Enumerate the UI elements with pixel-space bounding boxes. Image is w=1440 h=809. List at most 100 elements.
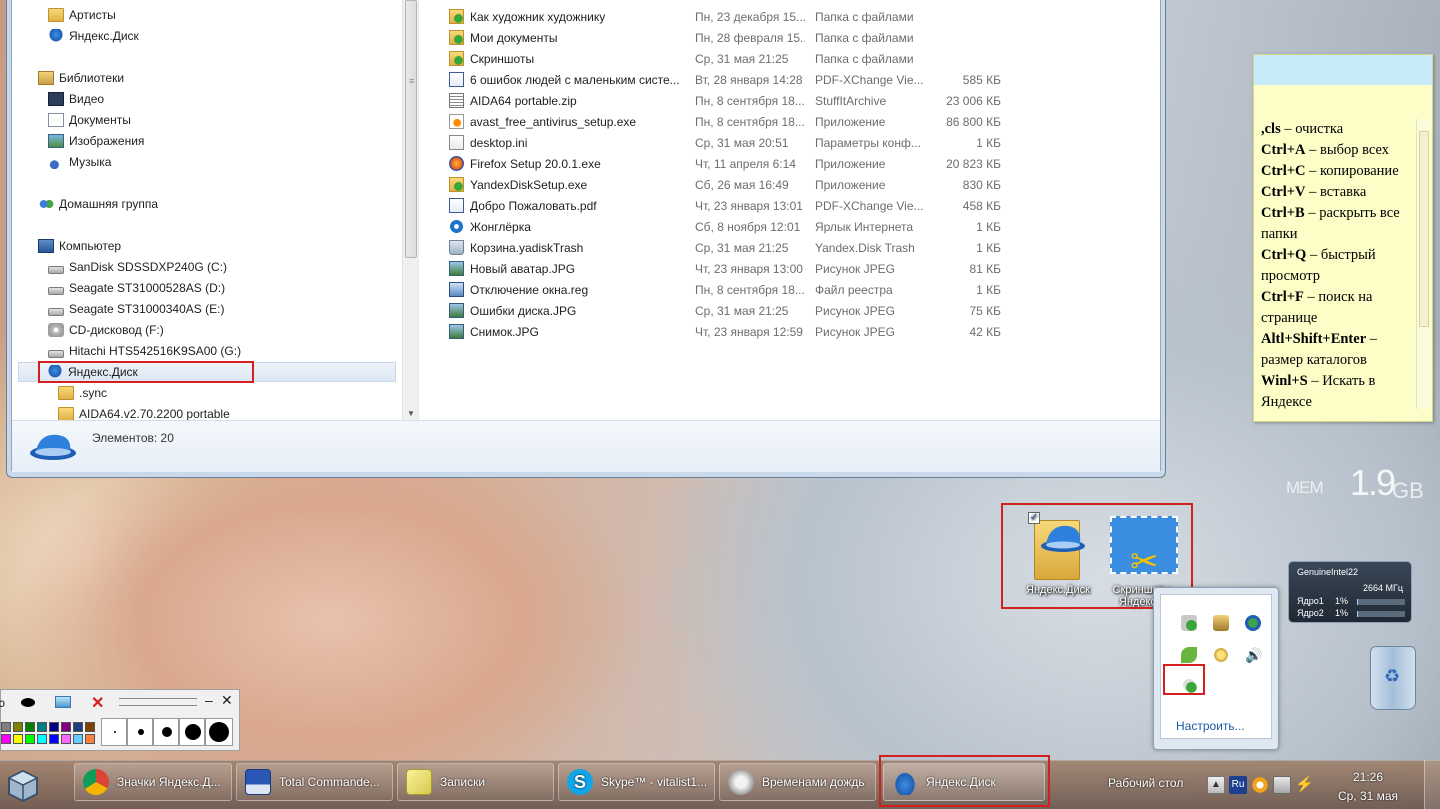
brush-size-5[interactable] xyxy=(205,718,233,746)
color-swatch[interactable] xyxy=(25,734,35,744)
nav-item-homegroup[interactable]: Домашняя группа xyxy=(38,194,158,214)
file-row[interactable]: Жонглёрка Сб, 8 ноября 12:01 Ярлык Интер… xyxy=(419,216,1139,237)
power-icon[interactable]: ⚡ xyxy=(1295,776,1314,794)
file-row[interactable]: Ошибки диска.JPG Ср, 31 мая 21:25 Рисуно… xyxy=(419,300,1139,321)
nav-item-video[interactable]: Видео xyxy=(48,89,104,109)
nav-item-music[interactable]: Музыка xyxy=(48,152,111,172)
clear-icon[interactable]: ✕ xyxy=(91,693,104,713)
line-width-slider[interactable] xyxy=(119,698,197,706)
yandex-disk-sync-icon[interactable] xyxy=(1181,615,1197,631)
clock[interactable]: 21:26 Ср, 31 мая xyxy=(1332,768,1404,806)
memory-gadget[interactable]: MEM 1.9 GB xyxy=(1284,462,1424,512)
nav-item-sync[interactable]: .sync xyxy=(58,383,107,403)
nav-item-yandex-disk-fav[interactable]: Яндекс.Диск xyxy=(48,26,139,46)
close-icon[interactable]: ✕ xyxy=(221,692,233,709)
file-type: Папка с файлами xyxy=(815,51,914,66)
nav-item-libraries[interactable]: Библиотеки xyxy=(38,68,124,88)
network-tool-icon[interactable] xyxy=(1213,615,1229,631)
file-row[interactable]: avast_free_antivirus_setup.exe Пн, 8 сен… xyxy=(419,111,1139,132)
color-swatch[interactable] xyxy=(37,734,47,744)
file-row[interactable]: AIDA64 portable.zip Пн, 8 сентября 18...… xyxy=(419,90,1139,111)
file-row[interactable]: Отключение окна.reg Пн, 8 сентября 18...… xyxy=(419,279,1139,300)
navigation-pane[interactable]: Артисты Яндекс.Диск Библиотеки Видео Док… xyxy=(12,0,407,420)
color-swatch[interactable] xyxy=(1,722,11,732)
color-swatch[interactable] xyxy=(73,734,83,744)
lasso-icon[interactable]: ɔ xyxy=(0,696,5,710)
color-swatch[interactable] xyxy=(61,722,71,732)
brush-size-2[interactable] xyxy=(127,718,153,746)
file-row[interactable]: Снимок.JPG Чт, 23 января 12:59 Рисунок J… xyxy=(419,321,1139,342)
scrollbar-thumb[interactable] xyxy=(1419,131,1429,327)
color-swatch[interactable] xyxy=(85,722,95,732)
brush-size-4[interactable] xyxy=(179,718,205,746)
eraser-icon[interactable] xyxy=(55,696,71,708)
brush-size-3[interactable] xyxy=(153,718,179,746)
registry-icon xyxy=(449,282,464,297)
color-swatch[interactable] xyxy=(85,734,95,744)
file-name: Новый аватар.JPG xyxy=(470,261,576,276)
color-swatch[interactable] xyxy=(49,722,59,732)
nav-item-drive-c[interactable]: SanDisk SDSSDXP240G (C:) xyxy=(48,257,227,277)
customize-link[interactable]: Настроить... xyxy=(1176,719,1245,733)
color-swatch[interactable] xyxy=(25,722,35,732)
file-row[interactable]: Как художник художнику Пн, 23 декабря 15… xyxy=(419,6,1139,27)
color-swatch[interactable] xyxy=(13,734,23,744)
start-menu-icon[interactable] xyxy=(4,767,42,805)
taskbar-button-notes[interactable]: Записки xyxy=(397,763,554,801)
shortcut-line: Ctrl+C – копирование xyxy=(1261,163,1399,179)
color-swatch[interactable] xyxy=(13,722,23,732)
taskbar-button-chrome[interactable]: Значки Яндекс.Д... xyxy=(74,763,232,801)
scroll-down-icon[interactable]: ▼ xyxy=(407,409,415,418)
sticky-scrollbar[interactable] xyxy=(1416,119,1430,409)
network-icon[interactable] xyxy=(1273,776,1291,794)
file-row[interactable]: desktop.ini Ср, 31 мая 20:51 Параметры к… xyxy=(419,132,1139,153)
file-row[interactable]: Скриншоты Ср, 31 мая 21:25 Папка с файла… xyxy=(419,48,1139,69)
color-swatch[interactable] xyxy=(61,734,71,744)
desktop-toolbar-label[interactable]: Рабочий стол xyxy=(1108,776,1183,790)
file-date: Сб, 26 мая 16:49 xyxy=(695,177,789,192)
color-swatch[interactable] xyxy=(37,722,47,732)
language-indicator[interactable]: Ru xyxy=(1229,776,1247,794)
sticky-note-text[interactable]: ,cls – очистка Ctrl+A – выбор всех Ctrl+… xyxy=(1261,119,1417,413)
sticky-note[interactable]: ,cls – очистка Ctrl+A – выбор всех Ctrl+… xyxy=(1253,54,1433,422)
file-row[interactable]: 6 ошибок людей с маленьким систе... Вт, … xyxy=(419,69,1139,90)
taskbar-button-skype[interactable]: S Skype™ - vitalist1... xyxy=(558,763,715,801)
color-swatch[interactable] xyxy=(1,734,11,744)
file-row[interactable]: Добро Пожаловать.pdf Чт, 23 января 13:01… xyxy=(419,195,1139,216)
update-icon[interactable] xyxy=(1251,776,1269,794)
file-row[interactable]: Корзина.yadiskTrash Ср, 31 мая 21:25 Yan… xyxy=(419,237,1139,258)
gear-small-icon[interactable] xyxy=(1213,647,1229,663)
color-swatch[interactable] xyxy=(73,722,83,732)
file-row[interactable]: Мои документы Пн, 28 февраля 15... Папка… xyxy=(419,27,1139,48)
nav-item-documents[interactable]: Документы xyxy=(48,110,131,130)
file-row[interactable]: Firefox Setup 20.0.1.exe Чт, 11 апреля 6… xyxy=(419,153,1139,174)
volume-icon[interactable]: 🔊 xyxy=(1245,647,1262,663)
file-row[interactable]: YandexDiskSetup.exe Сб, 26 мая 16:49 При… xyxy=(419,174,1139,195)
nav-item-drive-d[interactable]: Seagate ST31000528AS (D:) xyxy=(48,278,225,298)
sticky-note-titlebar[interactable] xyxy=(1254,55,1432,85)
show-desktop-button[interactable] xyxy=(1424,760,1440,809)
taskbar-button-total-commander[interactable]: Total Commande... xyxy=(236,763,393,801)
ellipse-tool-icon[interactable] xyxy=(21,698,35,707)
nav-item-aida64[interactable]: AIDA64.v2.70.2200 portable xyxy=(58,404,230,420)
nav-item-artists[interactable]: Артисты xyxy=(48,5,116,25)
globe-network-icon[interactable] xyxy=(1245,615,1261,631)
nav-pane-scrollbar[interactable]: ≡ ▼ xyxy=(402,0,419,420)
recycle-bin-icon[interactable]: ♻ xyxy=(1366,640,1420,712)
cpu-gadget[interactable]: GenuineIntel22 2664 МГц Ядро1 1% Ядро2 1… xyxy=(1288,561,1412,623)
nav-item-drive-f[interactable]: CD-дисковод (F:) xyxy=(48,320,164,340)
minimize-icon[interactable]: – xyxy=(205,692,213,708)
nav-item-pictures[interactable]: Изображения xyxy=(48,131,144,151)
color-swatch[interactable] xyxy=(49,734,59,744)
nav-item-drive-e[interactable]: Seagate ST31000340AS (E:) xyxy=(48,299,224,319)
taskbar-button-weather[interactable]: Временами дождь xyxy=(719,763,876,801)
nav-item-computer[interactable]: Компьютер xyxy=(38,236,121,256)
file-list[interactable]: Как художник художнику Пн, 23 декабря 15… xyxy=(418,0,1160,420)
green-leaf-icon[interactable] xyxy=(1181,647,1197,663)
nav-item-drive-g[interactable]: Hitachi HTS542516K9SA00 (G:) xyxy=(48,341,241,361)
show-hidden-icons-icon[interactable]: ▲ xyxy=(1207,776,1225,794)
file-row[interactable]: Новый аватар.JPG Чт, 23 января 13:00 Рис… xyxy=(419,258,1139,279)
file-date: Чт, 23 января 13:01 xyxy=(695,198,803,213)
scrollbar-thumb[interactable] xyxy=(405,0,417,258)
brush-size-1[interactable] xyxy=(101,718,127,746)
